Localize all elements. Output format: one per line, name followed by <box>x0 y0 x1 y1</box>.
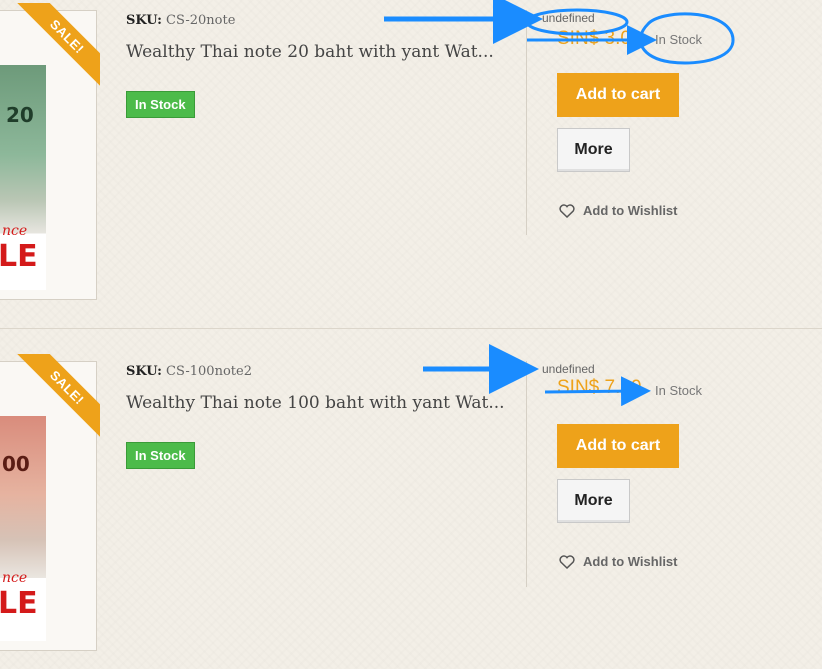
sale-ribbon: SALE! <box>0 354 100 454</box>
add-to-cart-button[interactable]: Add to cart <box>557 73 679 117</box>
sale-ribbon-label: SALE! <box>5 3 100 98</box>
add-to-wishlist-link[interactable]: Add to Wishlist <box>559 203 678 218</box>
thumb-note-number: 00 <box>2 452 30 476</box>
column-divider <box>526 361 527 587</box>
sku: SKU: CS-20note <box>126 13 235 28</box>
add-to-wishlist-link[interactable]: Add to Wishlist <box>559 554 678 569</box>
sale-ribbon-label: SALE! <box>5 354 100 449</box>
stock-badge: In Stock <box>126 91 195 118</box>
thumb-sale-text: nce <box>2 223 28 239</box>
variant-text: undefined <box>542 362 595 376</box>
wishlist-label: Add to Wishlist <box>583 203 678 218</box>
more-button[interactable]: More <box>557 479 630 523</box>
product-title[interactable]: Wealthy Thai note 100 baht with yant Wat… <box>126 393 505 413</box>
product-title[interactable]: Wealthy Thai note 20 baht with yant Wat.… <box>126 42 494 62</box>
product-card: 00 nce LE SALE! SKU: CS-100note2 Wealthy… <box>0 329 822 669</box>
thumb-note-number: 20 <box>6 103 34 127</box>
thumb-big-text: LE <box>0 239 38 274</box>
heart-icon <box>559 554 575 569</box>
price: SIN$ 7.00 <box>557 377 642 398</box>
sku-label: SKU: <box>126 13 162 28</box>
variant-text: undefined <box>542 11 595 25</box>
column-divider <box>526 10 527 235</box>
availability-text: In Stock <box>655 383 702 398</box>
sku: SKU: CS-100note2 <box>126 364 252 379</box>
stock-badge: In Stock <box>126 442 195 469</box>
more-button[interactable]: More <box>557 128 630 172</box>
thumb-sale-text: nce <box>2 570 28 586</box>
add-to-cart-button[interactable]: Add to cart <box>557 424 679 468</box>
price: SIN$ 3.00 <box>557 28 642 49</box>
product-card: 20 nce LE SALE! SKU: CS-20note Wealthy T… <box>0 0 822 328</box>
sku-value: CS-100note2 <box>166 364 252 379</box>
wishlist-label: Add to Wishlist <box>583 554 678 569</box>
availability-text: In Stock <box>655 32 702 47</box>
thumb-big-text: LE <box>0 586 38 621</box>
sale-ribbon: SALE! <box>0 3 100 103</box>
heart-icon <box>559 203 575 218</box>
sku-label: SKU: <box>126 364 162 379</box>
sku-value: CS-20note <box>166 13 236 28</box>
